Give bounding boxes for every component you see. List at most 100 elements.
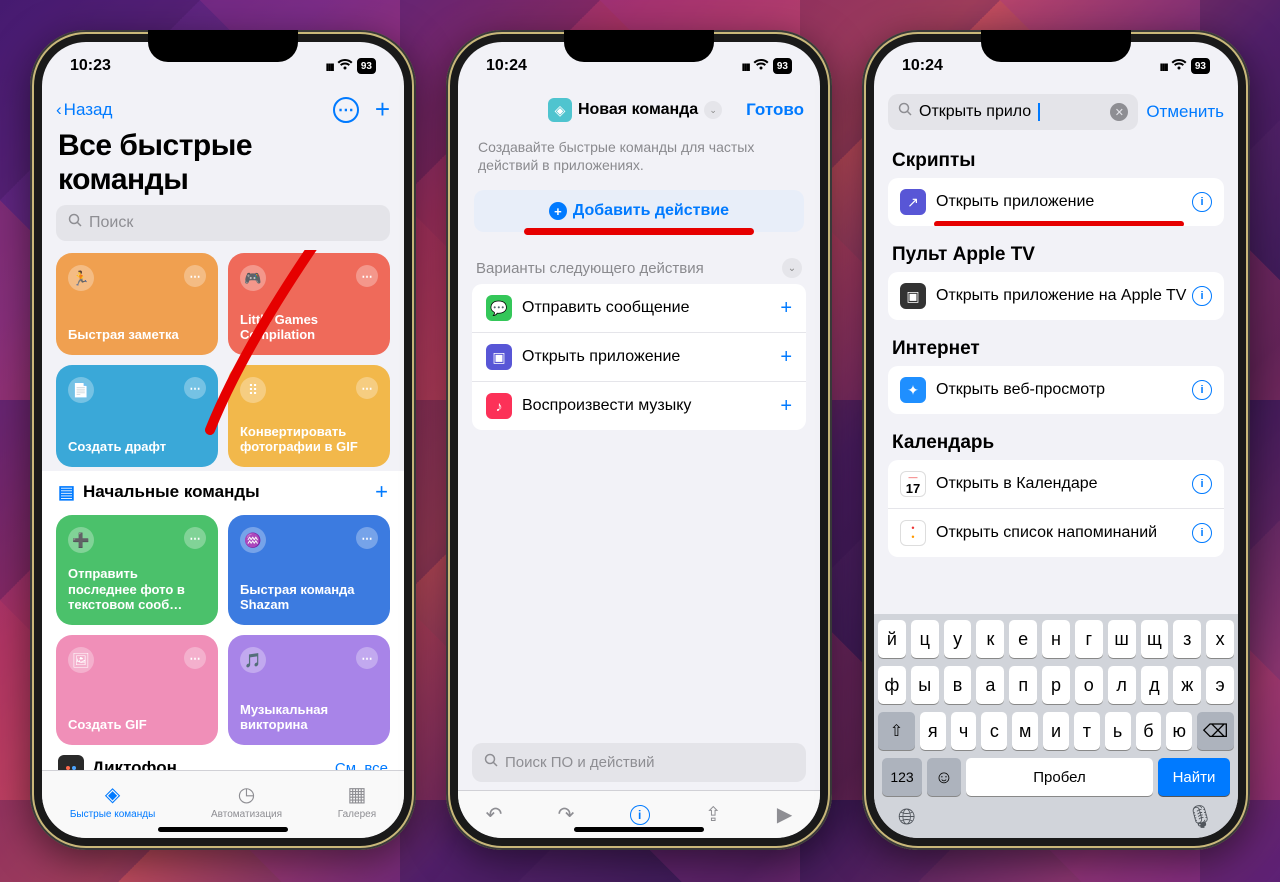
section-add-button[interactable]: + — [375, 479, 388, 505]
globe-icon[interactable]: 🌐︎ — [898, 804, 916, 830]
card-icon: 🏃 — [68, 265, 94, 291]
shortcut-card[interactable]: ➕⋯ Отправить последнее фото в текстовом … — [56, 515, 218, 625]
mic-icon[interactable]: 🎙︎ — [1186, 804, 1214, 830]
info-button[interactable]: i — [1192, 286, 1212, 306]
key-emoji[interactable]: ☺ — [927, 758, 961, 796]
plus-circle-icon: + — [549, 202, 567, 220]
card-more-icon[interactable]: ⋯ — [184, 527, 206, 549]
key[interactable]: о — [1075, 666, 1103, 704]
tab-automation[interactable]: ◷ Автоматизация — [211, 782, 282, 820]
key[interactable]: н — [1042, 620, 1070, 658]
tab-gallery[interactable]: ▦ Галерея — [338, 782, 376, 820]
key[interactable]: п — [1009, 666, 1037, 704]
key[interactable]: э — [1206, 666, 1234, 704]
search-icon — [68, 213, 83, 233]
key[interactable]: д — [1141, 666, 1169, 704]
category-title: Календарь — [874, 420, 1238, 460]
more-button[interactable]: ⋯ — [333, 97, 359, 123]
key[interactable]: й — [878, 620, 906, 658]
key[interactable]: я — [920, 712, 946, 750]
result-row[interactable]: ✦Открыть веб-просмотр i — [888, 366, 1224, 414]
play-icon[interactable]: ▶ — [777, 802, 792, 827]
suggestion-row[interactable]: ▣Открыть приложение + — [472, 333, 806, 382]
battery-icon: 93 — [1191, 58, 1210, 74]
search-placeholder: Поиск — [89, 214, 133, 232]
info-button[interactable]: i — [1192, 523, 1212, 543]
card-more-icon[interactable]: ⋯ — [356, 647, 378, 669]
key[interactable]: с — [981, 712, 1007, 750]
key[interactable]: а — [976, 666, 1004, 704]
redo-icon[interactable]: ↷ — [558, 802, 575, 827]
key[interactable]: р — [1042, 666, 1070, 704]
key-backspace[interactable]: ⌫ — [1197, 712, 1234, 750]
key[interactable]: у — [944, 620, 972, 658]
search-field[interactable]: Открыть прило ✕ — [888, 94, 1138, 130]
suggestion-row[interactable]: 💬Отправить сообщение + — [472, 284, 806, 333]
key[interactable]: ш — [1108, 620, 1136, 658]
info-button[interactable]: i — [1192, 192, 1212, 212]
card-more-icon[interactable]: ⋯ — [184, 647, 206, 669]
add-suggestion-button[interactable]: + — [780, 395, 792, 418]
category-title: Пульт Apple TV — [874, 232, 1238, 272]
cancel-button[interactable]: Отменить — [1146, 102, 1224, 122]
search-field[interactable]: Поиск — [56, 205, 390, 241]
key[interactable]: т — [1074, 712, 1100, 750]
key[interactable]: и — [1043, 712, 1069, 750]
result-row[interactable]: ••Открыть список напоминаний i — [888, 509, 1224, 557]
undo-icon[interactable]: ↶ — [486, 802, 503, 827]
key[interactable]: х — [1206, 620, 1234, 658]
shortcut-card[interactable]: 🖼⋯ Создать GIF — [56, 635, 218, 745]
add-button[interactable]: + — [375, 94, 390, 125]
phone-2: 10:24 ıııı 93 ◈ Новая команда ⌄ Готово С… — [446, 30, 832, 850]
safari-icon: ✦ — [900, 377, 926, 403]
key[interactable]: ь — [1105, 712, 1131, 750]
add-action-button[interactable]: + Добавить действие — [474, 190, 804, 232]
key-123[interactable]: 123 — [882, 758, 922, 796]
key[interactable]: ф — [878, 666, 906, 704]
key[interactable]: ж — [1173, 666, 1201, 704]
key[interactable]: к — [976, 620, 1004, 658]
key[interactable]: ч — [951, 712, 977, 750]
back-button[interactable]: ‹ Назад — [56, 100, 112, 120]
tab-shortcuts[interactable]: ◈ Быстрые команды — [70, 782, 155, 820]
info-button[interactable]: i — [1192, 380, 1212, 400]
chevron-down-icon[interactable]: ⌄ — [704, 101, 722, 119]
battery-icon: 93 — [773, 58, 792, 74]
info-button[interactable]: i — [1192, 474, 1212, 494]
key[interactable]: ц — [911, 620, 939, 658]
collapse-button[interactable]: ⌄ — [782, 258, 802, 278]
key[interactable]: з — [1173, 620, 1201, 658]
result-row[interactable]: ▣Открыть приложение на Apple TV i — [888, 272, 1224, 320]
key-shift[interactable]: ⇧ — [878, 712, 915, 750]
key-space[interactable]: Пробел — [966, 758, 1153, 796]
key[interactable]: ю — [1166, 712, 1192, 750]
appletv-icon: ▣ — [900, 283, 926, 309]
add-suggestion-button[interactable]: + — [780, 346, 792, 369]
annotation-arrow — [190, 250, 390, 455]
card-more-icon[interactable]: ⋯ — [356, 527, 378, 549]
add-suggestion-button[interactable]: + — [780, 297, 792, 320]
key[interactable]: л — [1108, 666, 1136, 704]
see-all-link[interactable]: См. все — [335, 760, 388, 771]
shortcut-card[interactable]: 🎵⋯ Музыкальная викторина — [228, 635, 390, 745]
result-row[interactable]: —17Открыть в Календаре i — [888, 460, 1224, 509]
suggestion-row[interactable]: ♪Воспроизвести музыку + — [472, 382, 806, 430]
shortcut-card[interactable]: ♒⋯ Быстрая команда Shazam — [228, 515, 390, 625]
app-icon: 💬 — [486, 295, 512, 321]
key-find[interactable]: Найти — [1158, 758, 1230, 796]
key[interactable]: г — [1075, 620, 1103, 658]
info-button[interactable]: i — [630, 805, 650, 825]
actions-search[interactable]: Поиск ПО и действий — [472, 743, 806, 782]
key[interactable]: ы — [911, 666, 939, 704]
share-icon[interactable]: ⇪ — [705, 802, 722, 827]
result-list: ✦Открыть веб-просмотр i — [888, 366, 1224, 414]
folder-icon: ▤ — [58, 482, 75, 503]
key[interactable]: в — [944, 666, 972, 704]
key[interactable]: м — [1012, 712, 1038, 750]
done-button[interactable]: Готово — [746, 100, 804, 120]
key[interactable]: щ — [1141, 620, 1169, 658]
result-row[interactable]: ↗Открыть приложение i — [888, 178, 1224, 226]
key[interactable]: б — [1136, 712, 1162, 750]
clear-button[interactable]: ✕ — [1110, 103, 1128, 121]
key[interactable]: е — [1009, 620, 1037, 658]
